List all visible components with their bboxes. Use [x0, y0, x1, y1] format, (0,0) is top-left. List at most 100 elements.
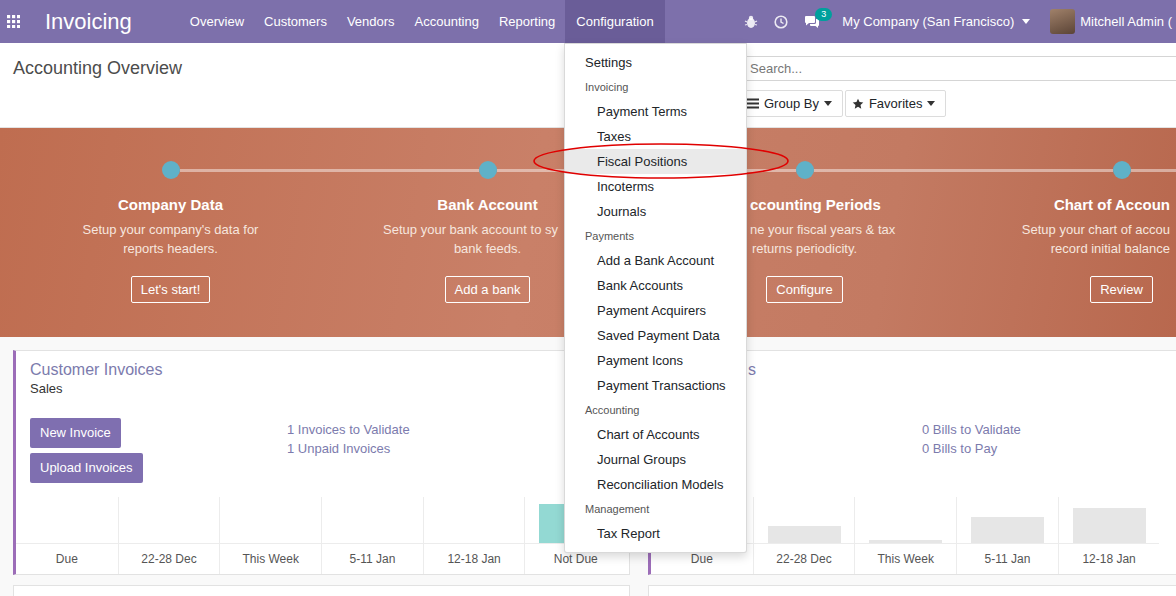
- dropdown-item[interactable]: Chart of Accounts: [565, 422, 746, 447]
- chart-column: 12-18 Jan: [1058, 497, 1160, 574]
- dropdown-item[interactable]: Payment Transactions: [565, 373, 746, 398]
- chart-label: 12-18 Jan: [1059, 544, 1160, 574]
- journal-action-button[interactable]: Upload Invoices: [30, 453, 143, 483]
- search-input[interactable]: [740, 56, 1176, 81]
- step-title: Chart of Accoun: [963, 196, 1176, 214]
- search-option-button[interactable]: Favorites: [845, 90, 946, 117]
- invoicing-app: Invoicing OverviewCustomersVendorsAccoun…: [0, 0, 1176, 596]
- chart-column: 22-28 Dec: [753, 497, 855, 574]
- chart-column: 5-11 Jan: [321, 497, 423, 574]
- onboarding-step: Chart of Accoun Setup your chart of acco…: [963, 128, 1176, 303]
- search-options: Group By Favorites: [740, 90, 1176, 117]
- chart-label: This Week: [220, 544, 321, 574]
- caret-down-icon[interactable]: [1022, 19, 1030, 24]
- step-dot-icon: [479, 161, 497, 179]
- dropdown-item[interactable]: Bank Accounts: [565, 273, 746, 298]
- grid-icon[interactable]: [7, 15, 20, 28]
- bug-icon[interactable]: [744, 15, 758, 29]
- chart-label: 22-28 Dec: [754, 544, 855, 574]
- onboarding-step: Company Data Setup your company's data f…: [12, 128, 329, 303]
- chart-bar[interactable]: [1073, 508, 1146, 543]
- journal-dashboards-more: [0, 585, 1176, 596]
- step-button[interactable]: Configure: [766, 276, 842, 303]
- chart-column: 12-18 Jan: [423, 497, 525, 574]
- dropdown-section-header: Payments: [565, 224, 746, 248]
- chart-bar[interactable]: [971, 517, 1044, 543]
- journal-link[interactable]: 0 Bills to Validate: [922, 420, 1021, 439]
- dropdown-item[interactable]: Payment Icons: [565, 348, 746, 373]
- main-menu-item[interactable]: Customers: [254, 0, 337, 43]
- search-option-button[interactable]: Group By: [740, 90, 843, 117]
- dropdown-item[interactable]: Tax Report: [565, 521, 746, 546]
- chart-column: 22-28 Dec: [118, 497, 220, 574]
- apps-menu-button[interactable]: [0, 0, 32, 43]
- main-menu-item[interactable]: Accounting: [405, 0, 489, 43]
- app-title[interactable]: Invoicing: [45, 0, 132, 43]
- step-title: Company Data: [12, 196, 329, 214]
- dropdown-item[interactable]: Fiscal Positions: [565, 149, 746, 174]
- dropdown-item[interactable]: Incoterms: [565, 174, 746, 199]
- step-description: Setup your company's data forreports hea…: [12, 220, 329, 258]
- main-menu-item[interactable]: Reporting: [489, 0, 565, 43]
- messages-button[interactable]: 3: [796, 15, 828, 29]
- chart-label: Due: [16, 544, 118, 574]
- journal-link[interactable]: 0 Bills to Pay: [922, 439, 997, 458]
- user-name[interactable]: Mitchell Admin (: [1080, 14, 1172, 29]
- chart-label: 22-28 Dec: [119, 544, 220, 574]
- journal-card: Customer Invoices Sales New InvoiceUploa…: [13, 350, 630, 575]
- journal-link[interactable]: 1 Invoices to Validate: [287, 420, 410, 439]
- journal-card: [13, 585, 630, 596]
- layers-icon[interactable]: [747, 98, 759, 109]
- dropdown-item[interactable]: Add a Bank Account: [565, 248, 746, 273]
- journal-card: [648, 585, 1176, 596]
- activities-button[interactable]: [766, 15, 796, 29]
- chart-label: 5-11 Jan: [322, 544, 423, 574]
- dropdown-item[interactable]: Taxes: [565, 124, 746, 149]
- journal-title[interactable]: Customer Invoices: [30, 360, 629, 380]
- chart-column: This Week: [219, 497, 321, 574]
- dropdown-item[interactable]: Saved Payment Data: [565, 323, 746, 348]
- configuration-dropdown: Settings InvoicingPayment Terms Taxes Fi…: [564, 43, 747, 553]
- caret-down-icon[interactable]: [824, 101, 832, 106]
- dropdown-item[interactable]: Settings: [565, 50, 746, 75]
- debug-button[interactable]: [736, 15, 766, 29]
- dropdown-item[interactable]: Journals: [565, 199, 746, 224]
- company-name[interactable]: My Company (San Francisco): [842, 14, 1014, 29]
- step-button[interactable]: Let's start!: [131, 276, 211, 303]
- dropdown-item[interactable]: Reconciliation Models: [565, 472, 746, 497]
- main-menu: OverviewCustomersVendorsAccountingReport…: [180, 0, 665, 43]
- main-menu-item[interactable]: Vendors: [337, 0, 405, 43]
- company-switcher[interactable]: My Company (San Francisco): [842, 14, 1030, 29]
- chart-label: This Week: [855, 544, 956, 574]
- caret-down-icon[interactable]: [927, 101, 935, 106]
- search-bar: [740, 56, 1176, 81]
- step-button[interactable]: Add a bank: [445, 276, 531, 303]
- step-description: Setup your chart of accourecord initial …: [963, 220, 1176, 258]
- user-avatar-image[interactable]: [1050, 9, 1075, 34]
- step-dot-icon: [162, 161, 180, 179]
- journal-chart: Due 22-28 Dec This Week 5-11 Jan 12-18 J…: [16, 497, 629, 574]
- red-ellipse-annotation-icon: [532, 141, 790, 181]
- chart-label: 5-11 Jan: [957, 544, 1058, 574]
- main-menu-item[interactable]: Overview: [180, 0, 254, 43]
- messages-count-badge: 3: [815, 8, 832, 21]
- navbar: Invoicing OverviewCustomersVendorsAccoun…: [0, 0, 1176, 43]
- journal-link[interactable]: 1 Unpaid Invoices: [287, 439, 390, 458]
- step-button[interactable]: Review: [1090, 276, 1153, 303]
- chart-bar[interactable]: [869, 540, 942, 543]
- chart-bar[interactable]: [768, 526, 841, 543]
- dropdown-item[interactable]: Journal Groups: [565, 447, 746, 472]
- step-dot-icon: [1113, 161, 1131, 179]
- dropdown-section-header: Management: [565, 497, 746, 521]
- main-menu-item[interactable]: Configuration: [565, 0, 664, 43]
- star-icon[interactable]: [852, 98, 864, 110]
- dropdown-section-header: Accounting: [565, 398, 746, 422]
- journal-action-button[interactable]: New Invoice: [30, 418, 121, 448]
- dropdown-item[interactable]: Payment Terms: [565, 99, 746, 124]
- chart-column: 5-11 Jan: [956, 497, 1058, 574]
- chart-column: This Week: [854, 497, 956, 574]
- clock-icon[interactable]: [774, 15, 788, 29]
- dropdown-section-header: Invoicing: [565, 75, 746, 99]
- chart-label: 12-18 Jan: [424, 544, 525, 574]
- dropdown-item[interactable]: Payment Acquirers: [565, 298, 746, 323]
